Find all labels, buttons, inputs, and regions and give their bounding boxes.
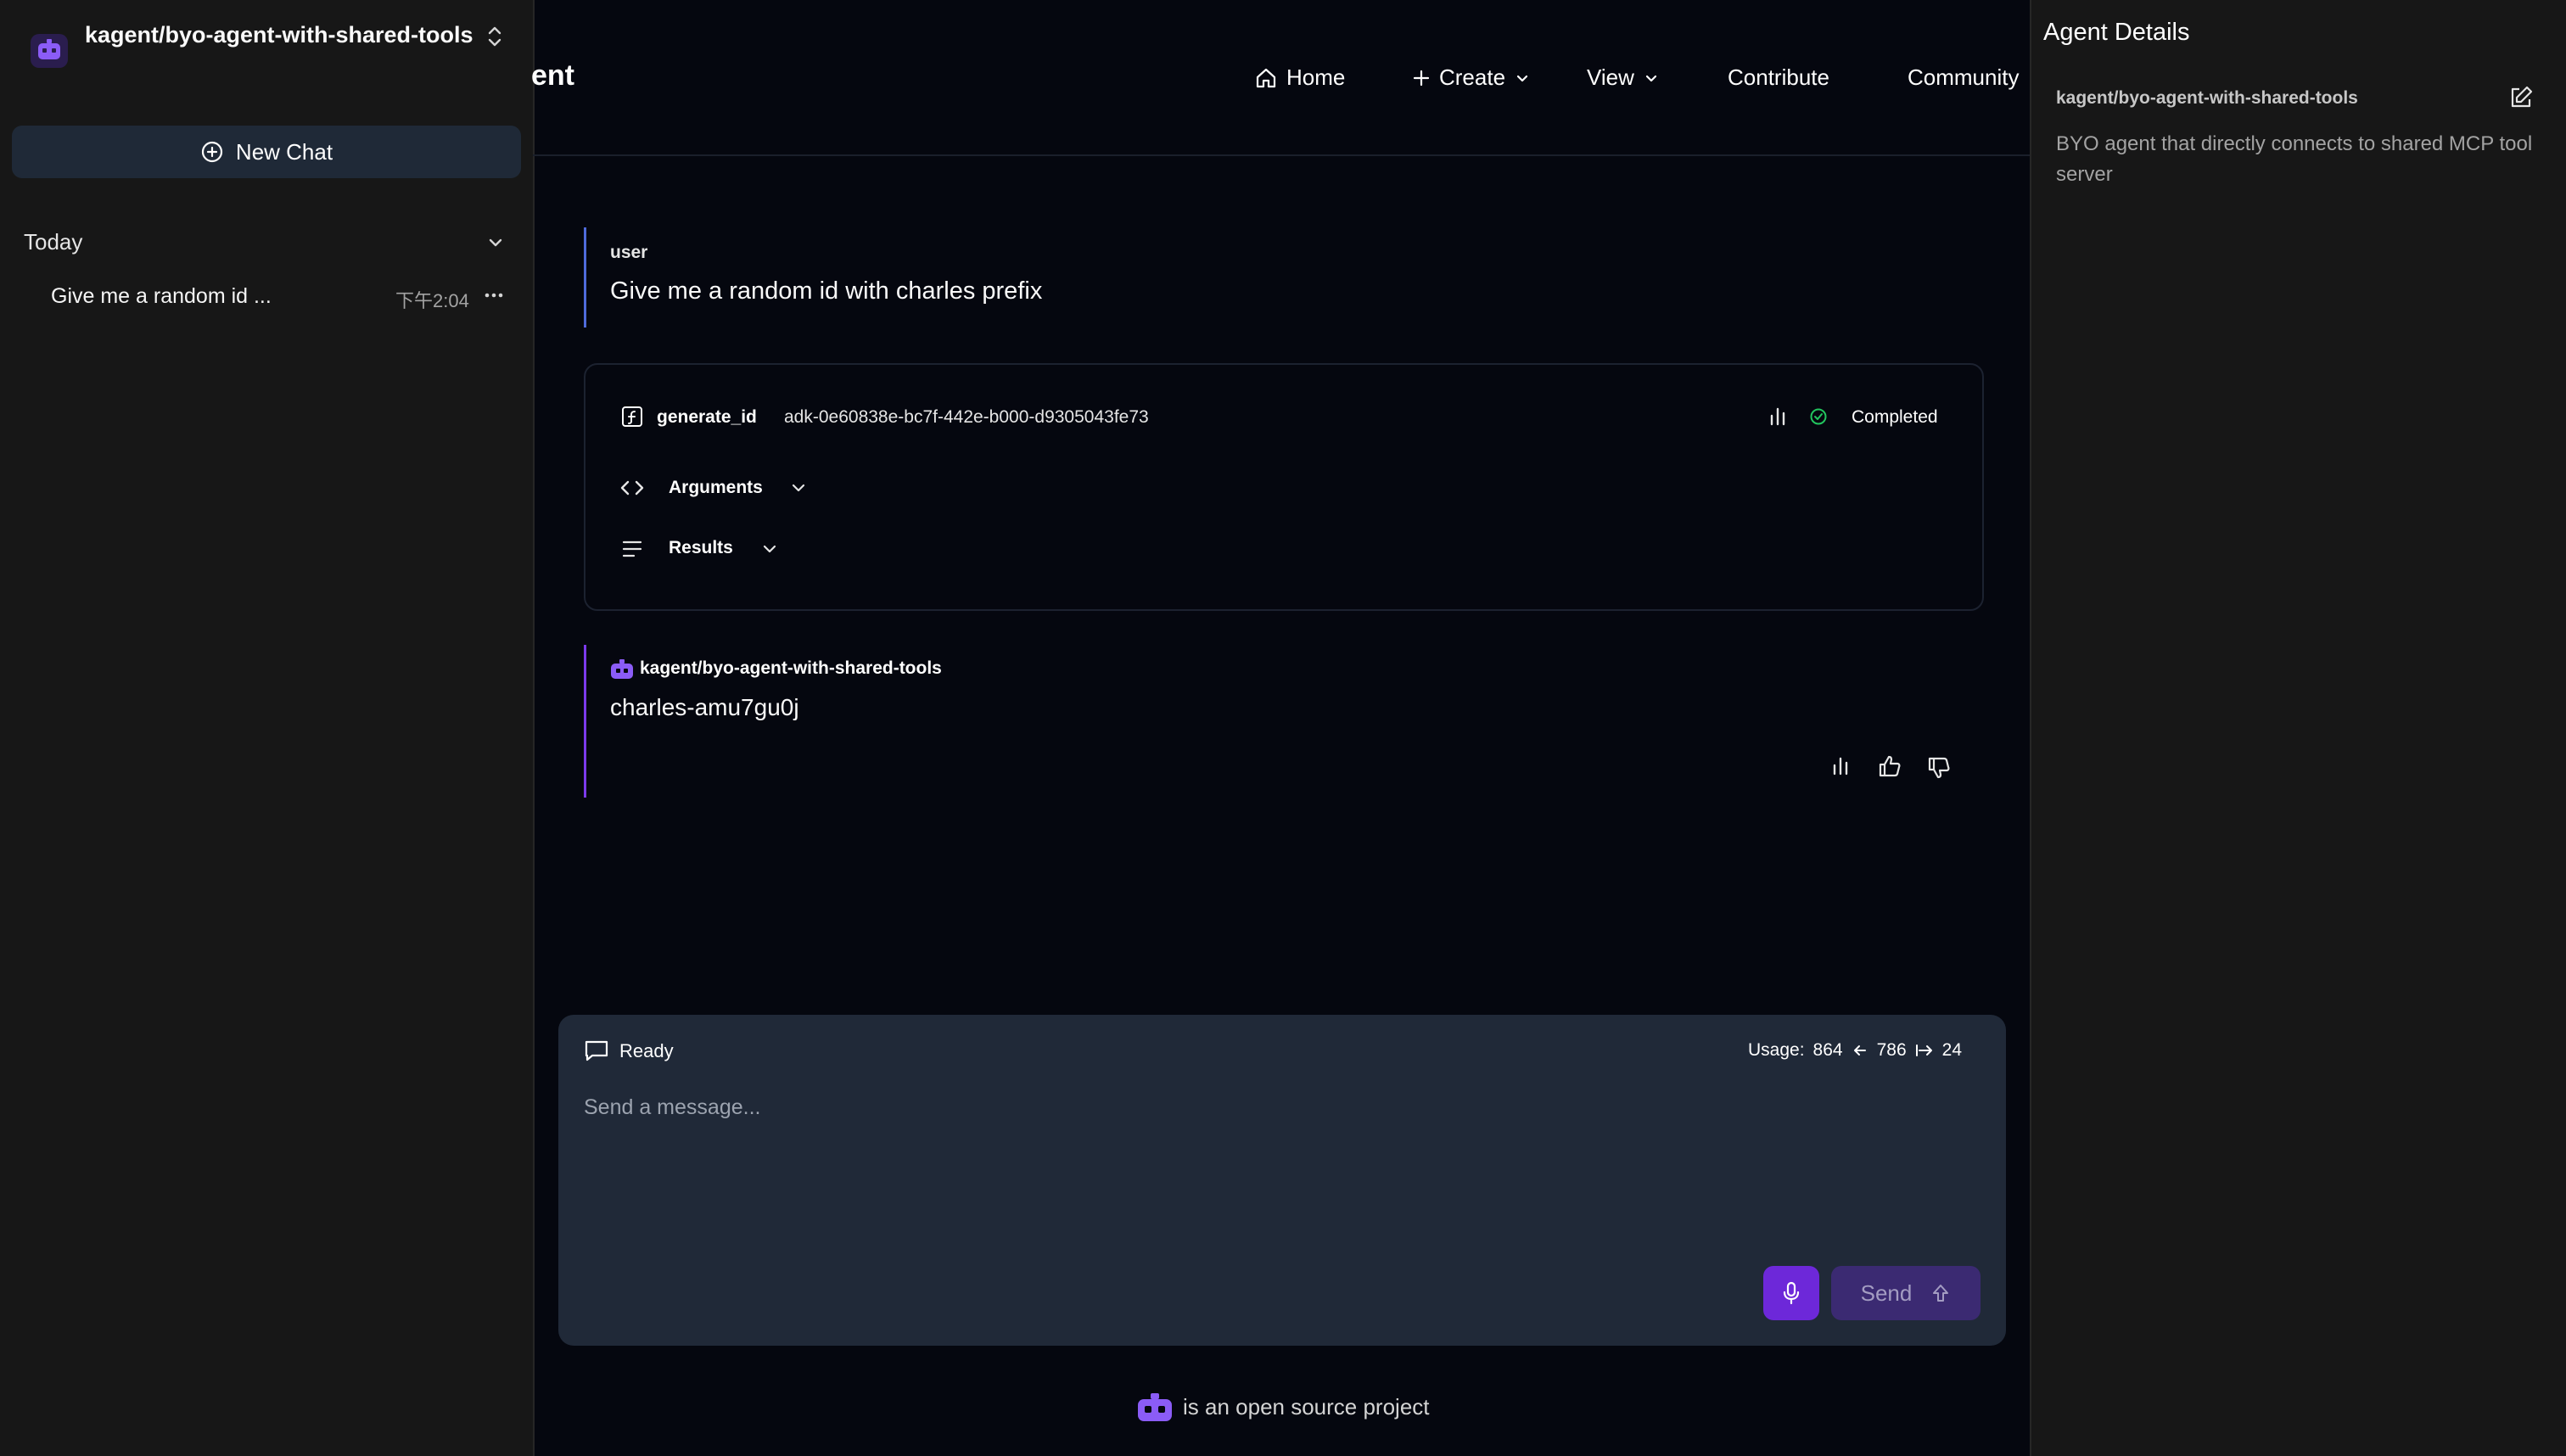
more-icon[interactable] [484,285,504,305]
chat-history-time: 下午2:04 [395,290,469,311]
mic-button[interactable] [1763,1266,1819,1320]
chat-sidebar [0,0,535,1456]
header-divider [533,154,2030,156]
section-today-label: Today [24,229,83,255]
agent-message-text: charles-amu7gu0j [610,694,799,720]
agent-role-label: kagent/byo-agent-with-shared-tools [640,658,942,678]
new-chat-label: New Chat [235,138,333,165]
nav-view-label: View [1587,64,1634,90]
mic-icon [1780,1280,1802,1306]
chevron-down-icon[interactable] [789,479,808,497]
new-chat-button[interactable]: New Chat [12,126,521,178]
brand-title[interactable]: ent [531,59,574,92]
usage-in: 786 [1876,1040,1907,1060]
robot-icon [31,34,68,68]
nav-contribute-label: Contribute [1728,64,1829,90]
plus-circle-icon [200,140,224,164]
thumbs-down-icon[interactable] [1926,755,1952,781]
agent-name: kagent/byo-agent-with-shared-tools [85,22,473,48]
agent-details-title: Agent Details [2043,19,2190,46]
usage-stats: Usage: 864 786 24 [1748,1040,1962,1061]
chevron-down-icon [1514,70,1531,87]
user-message-text: Give me a random id with charles prefix [610,277,1043,305]
send-button[interactable]: Send [1831,1266,1981,1320]
arguments-toggle[interactable]: Arguments [669,478,763,498]
arrow-up-icon [1930,1282,1951,1304]
message-input[interactable] [582,1089,1977,1125]
usage-label: Usage: [1748,1040,1805,1060]
nav-home[interactable]: Home [1254,64,1345,91]
tool-call-id: adk-0e60838e-bc7f-442e-b000-d9305043fe73 [784,407,1149,427]
function-icon [621,406,643,428]
message-icon [584,1039,609,1062]
robot-icon [609,658,635,680]
send-label: Send [1860,1280,1913,1306]
nav-create-label: Create [1439,64,1506,90]
usage-total: 864 [1812,1040,1843,1060]
nav-home-label: Home [1286,64,1346,90]
plus-icon [1412,69,1431,87]
updown-chevron-icon[interactable] [485,24,504,49]
agent-details-description: BYO agent that directly connects to shar… [2056,132,2533,186]
status-ready: Ready [619,1040,674,1061]
chat-history-title: Give me a random id ... [51,284,272,308]
tool-name: generate_id [657,407,757,427]
arrow-left-icon [1852,1042,1868,1059]
check-circle-icon [1809,407,1828,426]
user-role-label: user [610,243,648,262]
nav-contribute[interactable]: Contribute [1728,64,1829,91]
list-icon [621,538,643,560]
robot-icon [1135,1392,1174,1424]
usage-out: 24 [1941,1040,1962,1060]
nav-create[interactable]: Create [1412,64,1531,91]
thumbs-up-icon[interactable] [1877,753,1902,779]
footer-text: is an open source project [1183,1394,1430,1420]
nav-community[interactable]: Community [1908,64,2019,91]
chart-icon[interactable] [1829,755,1852,777]
arrow-right-icon [1915,1042,1934,1059]
chart-icon[interactable] [1767,406,1789,428]
nav-community-label: Community [1908,64,2020,90]
code-icon [619,477,645,499]
chevron-down-icon [1643,70,1660,87]
agent-details-panel [2030,0,2566,1456]
home-icon [1254,66,1278,90]
edit-icon[interactable] [2508,85,2534,110]
chevron-down-icon[interactable] [485,232,506,253]
tool-status: Completed [1852,407,1938,427]
nav-view[interactable]: View [1587,64,1660,91]
results-toggle[interactable]: Results [669,538,733,558]
chevron-down-icon[interactable] [760,540,779,558]
agent-details-name: kagent/byo-agent-with-shared-tools [2056,88,2358,108]
